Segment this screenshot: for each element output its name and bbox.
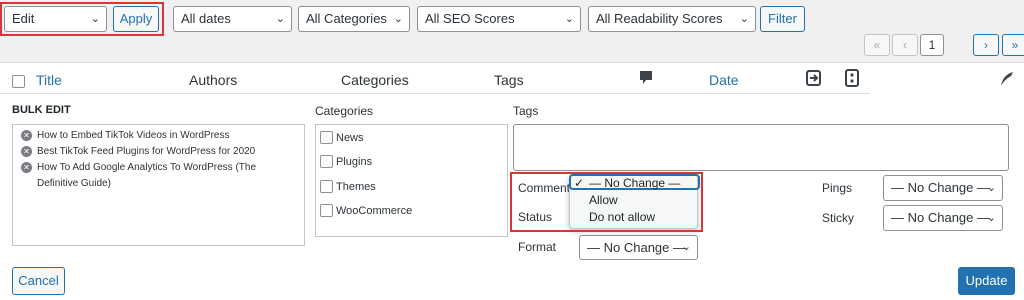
bulk-edit-posts-list: ✕ How to Embed TikTok Videos in WordPress…: [12, 124, 305, 246]
last-page-button[interactable]: »: [1002, 34, 1024, 56]
category-checkbox[interactable]: [320, 155, 333, 168]
tags-textarea[interactable]: [513, 124, 1009, 171]
column-title[interactable]: Title: [36, 72, 62, 88]
remove-icon[interactable]: ✕: [21, 146, 32, 157]
sticky-label: Sticky: [822, 211, 855, 225]
feather-icon: [1000, 71, 1014, 92]
prev-page-button[interactable]: ‹: [892, 34, 918, 56]
current-page-input[interactable]: 1: [920, 34, 944, 56]
comment-icon[interactable]: [640, 71, 652, 90]
chevron-down-icon: ⌄: [986, 182, 996, 194]
list-item: ✕ Best TikTok Feed Plugins for WordPress …: [21, 144, 296, 160]
tags-label: Tags: [513, 104, 539, 118]
comments-highlight: [510, 172, 703, 232]
list-item: ✕ How to Embed TikTok Videos in WordPress: [21, 128, 296, 144]
seo-filter-value: All SEO Scores: [425, 11, 515, 26]
column-tags: Tags: [494, 72, 524, 88]
categories-filter-value: All Categories: [306, 11, 387, 26]
dates-filter-select[interactable]: All dates ⌄: [173, 6, 292, 32]
bulk-edit-heading: BULK EDIT: [12, 104, 71, 116]
posts-table: Title Authors Categories Tags Date BULK …: [0, 62, 1024, 300]
chevron-down-icon: ⌄: [275, 13, 285, 25]
pings-label: Pings: [822, 181, 853, 195]
category-item-plugins[interactable]: Plugins: [320, 155, 372, 168]
category-checkbox[interactable]: [320, 180, 333, 193]
chevron-down-icon: ⌄: [739, 13, 749, 25]
remove-icon[interactable]: ✕: [21, 130, 32, 141]
first-page-button[interactable]: «: [864, 34, 890, 56]
chevron-down-icon: ⌄: [681, 241, 691, 253]
categories-label: Categories: [315, 104, 374, 118]
chevron-down-icon: ⌄: [393, 13, 403, 25]
category-checkbox[interactable]: [320, 131, 333, 144]
bulk-action-highlight: [0, 2, 164, 36]
readability-filter-value: All Readability Scores: [596, 11, 723, 26]
sticky-select[interactable]: — No Change — ⌄: [883, 205, 1003, 231]
category-item-news[interactable]: News: [320, 131, 364, 144]
column-categories: Categories: [341, 72, 409, 88]
category-checkbox[interactable]: [320, 204, 333, 217]
cancel-button[interactable]: Cancel: [12, 267, 65, 295]
format-select[interactable]: — No Change — ⌄: [579, 235, 698, 260]
column-date[interactable]: Date: [709, 72, 739, 88]
header-divider: [0, 93, 870, 94]
category-item-woocommerce[interactable]: WooCommerce: [320, 204, 412, 217]
category-item-themes[interactable]: Themes: [320, 180, 376, 193]
list-item: ✕ How To Add Google Analytics To WordPres…: [21, 160, 296, 192]
next-page-button[interactable]: ›: [973, 34, 999, 56]
pings-value: — No Change —: [891, 180, 990, 195]
sticky-value: — No Change —: [891, 210, 990, 225]
readability-filter-select[interactable]: All Readability Scores ⌄: [588, 6, 756, 32]
categories-checklist: News Plugins Themes WooCommerce: [315, 124, 508, 237]
remove-icon[interactable]: ✕: [21, 162, 32, 173]
chevron-down-icon: ⌄: [986, 212, 996, 224]
format-label: Format: [518, 240, 557, 254]
dates-filter-value: All dates: [181, 11, 231, 26]
format-value: — No Change —: [587, 240, 686, 255]
chevron-down-icon: ⌄: [564, 13, 574, 25]
column-authors: Authors: [189, 72, 238, 88]
update-button[interactable]: Update: [958, 267, 1015, 295]
seo-score-icon[interactable]: [805, 69, 823, 92]
categories-filter-select[interactable]: All Categories ⌄: [298, 6, 410, 32]
pings-select[interactable]: — No Change — ⌄: [883, 175, 1003, 201]
seo-filter-select[interactable]: All SEO Scores ⌄: [417, 6, 581, 32]
readability-score-icon[interactable]: [845, 69, 859, 92]
filter-button[interactable]: Filter: [760, 6, 805, 32]
select-all-checkbox[interactable]: [12, 75, 25, 88]
